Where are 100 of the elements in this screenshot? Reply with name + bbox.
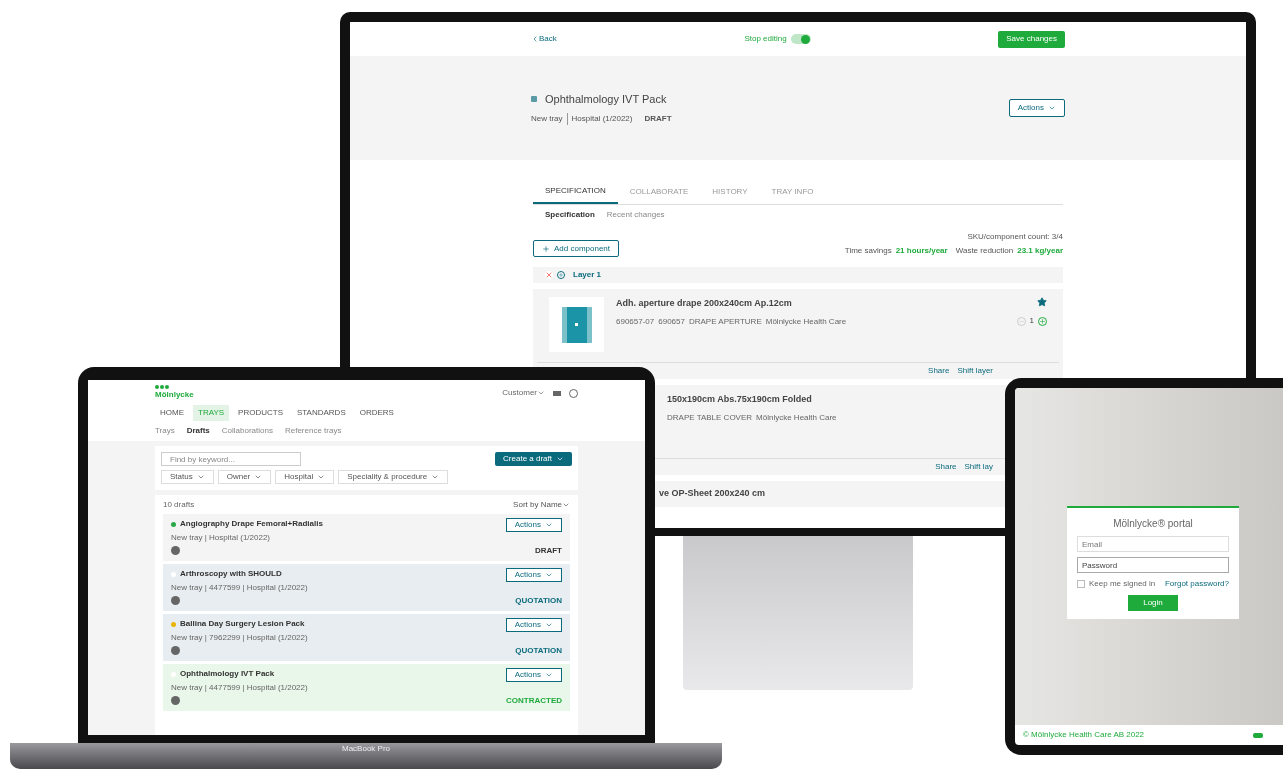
chevron-down-icon [562, 501, 570, 509]
edit-toggle[interactable] [790, 34, 811, 44]
tab[interactable]: SPECIFICATION [533, 180, 618, 204]
nav-tab[interactable]: HOME [155, 405, 189, 421]
login-title: Mölnlycke® portal [1112, 517, 1194, 531]
summary-value: 23.1 kg/year [1017, 245, 1063, 257]
component-meta: Mölnlycke Health Care [765, 315, 847, 328]
component-action-link[interactable]: Shift layer [957, 365, 993, 377]
email-field[interactable]: Email [1077, 536, 1229, 552]
plus-icon[interactable] [557, 271, 565, 279]
actions-button[interactable]: Actions [505, 618, 562, 632]
draft-meta: New tray | 4477599 | Hospital (1/2022) [171, 682, 308, 694]
component-meta: DRAPE TABLE COVER [667, 411, 753, 424]
logo-icon [1253, 732, 1263, 738]
filter-dropdown[interactable]: Hospital [275, 470, 335, 484]
toggle-label: Stop editing [744, 33, 787, 45]
subtab[interactable]: Recent changes [606, 209, 665, 221]
footer-text: © Mölnlycke Health Care AB 2022 [1023, 729, 1145, 741]
summary-label: Time savings [844, 245, 892, 257]
chevron-down-icon [545, 621, 553, 629]
component-meta: 690657 [658, 315, 685, 328]
actions-button[interactable]: Actions [505, 568, 562, 582]
avatar-icon [171, 696, 180, 705]
component-title: Adh. aperture drape 200x240cm Ap.12cm [616, 297, 793, 310]
user-menu[interactable]: Customer [502, 387, 545, 399]
component-meta: 690657-07 [616, 315, 655, 328]
draft-meta: New tray | 7962299 | Hospital (1/2022) [171, 632, 308, 644]
subnav-tab[interactable]: Trays [155, 425, 175, 437]
header-meta: New tray [531, 113, 563, 126]
checkbox-label: Keep me signed in [1089, 578, 1156, 590]
close-icon[interactable] [545, 271, 553, 279]
add-component-button[interactable]: Add component [533, 240, 620, 257]
chevron-down-icon [431, 473, 440, 481]
language-icon[interactable] [553, 390, 561, 396]
draft-status: CONTRACTED [506, 695, 562, 707]
remember-checkbox[interactable] [1077, 580, 1085, 588]
result-count: 10 drafts [163, 499, 195, 511]
header-meta: Hospital (1/2022) [566, 113, 633, 126]
component-meta: Mölnlycke Health Care [756, 411, 837, 424]
filter-dropdown[interactable]: Status [161, 470, 214, 484]
draft-row[interactable]: Ballina Day Surgery Lesion Pack New tray | 7962299 | Hospital (1/2022) Actions QUOTATION [163, 614, 570, 661]
password-field[interactable]: Password [1077, 557, 1229, 573]
actions-button[interactable]: Actions [1008, 99, 1065, 117]
nav-tab[interactable]: PRODUCTS [233, 405, 288, 421]
component-action-link[interactable]: Shift lay [964, 461, 993, 473]
avatar-icon [171, 646, 180, 655]
subnav-tab[interactable]: Collaborations [221, 425, 273, 437]
logo-icon [155, 385, 169, 389]
star-icon[interactable] [1037, 297, 1047, 307]
draft-meta: New tray | 4477599 | Hospital (1/2022) [171, 582, 308, 594]
draft-status: DRAFT [534, 545, 562, 557]
filter-dropdown[interactable]: Speciality & procedure [338, 470, 449, 484]
draft-title: Angiography Drape Femoral+Radialis [180, 518, 323, 530]
component-action-link[interactable]: Share [928, 365, 950, 377]
sort-menu[interactable]: Sort by Name [513, 499, 570, 511]
draft-row[interactable]: Angiography Drape Femoral+Radialis New tray | Hospital (1/2022) Actions DRAFT [163, 514, 570, 561]
sku-count: SKU/component count: 3/4 [967, 231, 1063, 243]
actions-button[interactable]: Actions [505, 518, 562, 532]
product-thumbnail [549, 297, 604, 352]
quantity-value: 1 [1029, 315, 1034, 327]
draft-status: QUOTATION [515, 595, 562, 607]
nav-tab[interactable]: ORDERS [354, 405, 399, 421]
draft-title: Ophthalmology IVT Pack [180, 668, 275, 680]
status-label: DRAFT [644, 113, 672, 126]
draft-row[interactable]: Ophthalmology IVT Pack New tray | 4477599 | Hospital (1/2022) Actions CONTRACTED [163, 664, 570, 711]
component-title: ve OP-Sheet 200x240 cm [659, 487, 766, 501]
component-action-link[interactable]: Share [935, 461, 957, 473]
plus-icon[interactable] [1038, 316, 1047, 326]
component-title: 150x190cm Abs.75x190cm Folded [667, 393, 813, 406]
draft-status: QUOTATION [515, 645, 562, 657]
draft-title: Arthroscopy with SHOULD [180, 568, 282, 580]
search-field[interactable]: Find by keyword... [161, 452, 301, 466]
chevron-down-icon [317, 473, 326, 481]
actions-button[interactable]: Actions [505, 668, 562, 682]
page-title: Ophthalmology IVT Pack [545, 91, 667, 107]
summary-label: Waste reduction [955, 245, 1014, 257]
draft-row[interactable]: Arthroscopy with SHOULD New tray | 4477599 | Hospital (1/2022) Actions QUOTATION [163, 564, 570, 611]
chevron-down-icon [545, 571, 553, 579]
chevron-down-icon [545, 521, 553, 529]
subnav-tab[interactable]: Reference trays [284, 425, 342, 437]
avatar-icon [171, 596, 180, 605]
summary-value: 21 hours/year [895, 245, 948, 257]
layer-title: Layer 1 [573, 269, 602, 281]
chevron-left-icon [531, 35, 539, 43]
brand-name: Mölnlycke [155, 389, 194, 401]
chevron-down-icon [254, 473, 263, 481]
back-link[interactable]: Back [531, 33, 557, 45]
filter-dropdown[interactable]: Owner [217, 470, 272, 484]
subnav-tab[interactable]: Drafts [186, 425, 210, 437]
create-draft-button[interactable]: Create a draft [495, 452, 572, 466]
nav-tab[interactable]: STANDARDS [291, 405, 351, 421]
draft-meta: New tray | Hospital (1/2022) [171, 532, 271, 544]
draft-title: Ballina Day Surgery Lesion Pack [180, 618, 305, 630]
chevron-down-icon [537, 389, 545, 397]
subtab[interactable]: Specification [545, 209, 595, 221]
tray-icon [531, 96, 537, 102]
forgot-password-link[interactable]: Forgot password? [1164, 578, 1229, 590]
device-label: MacBook Pro [342, 743, 390, 755]
chevron-down-icon [556, 455, 564, 463]
chevron-down-icon [545, 671, 553, 679]
